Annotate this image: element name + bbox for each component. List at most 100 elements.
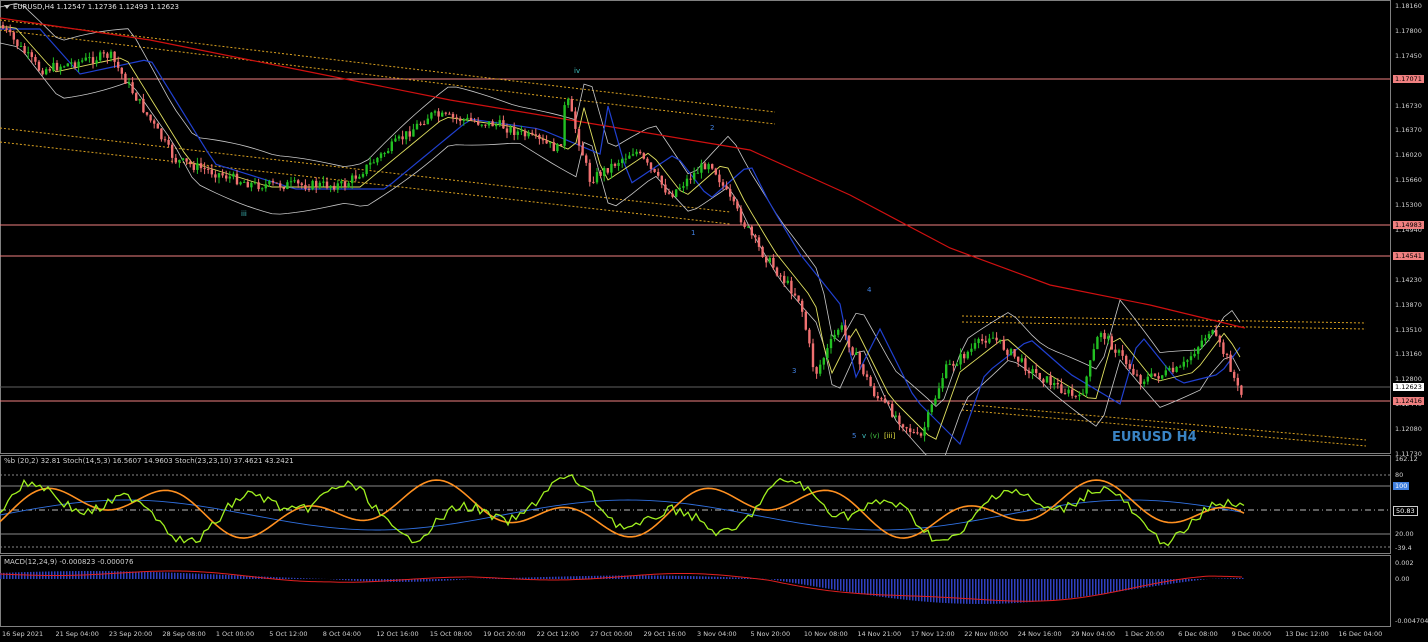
- macd-bar: [696, 576, 698, 579]
- macd-bar: [1017, 579, 1019, 603]
- candle-body: [70, 62, 73, 64]
- candle-body: [156, 123, 159, 129]
- candle-body: [167, 139, 170, 145]
- macd-bar: [732, 577, 734, 579]
- candle-body: [621, 159, 624, 163]
- candle-body: [927, 412, 930, 428]
- candle-body: [99, 52, 102, 61]
- time-axis-label: 22 Oct 12:00: [536, 630, 579, 638]
- macd-bar: [1050, 579, 1052, 601]
- macd-bar: [450, 579, 452, 581]
- price-chart[interactable]: [0, 0, 1428, 455]
- candle-body: [1107, 336, 1110, 339]
- candle-body: [945, 364, 948, 379]
- candle-body: [905, 427, 908, 429]
- macd-bar: [453, 579, 455, 581]
- macd-bar: [819, 579, 821, 588]
- macd-bar: [738, 577, 740, 579]
- candle-body: [534, 134, 537, 136]
- candle-body: [52, 62, 55, 71]
- price-axis-label: 1.15300: [1395, 201, 1422, 210]
- candle-body: [91, 57, 95, 64]
- stoch-axis-current: 50.83: [1393, 506, 1418, 516]
- macd-pane[interactable]: MACD(12,24,9) -0.000823 -0.000076 0.002 …: [0, 555, 1428, 627]
- macd-bar: [1086, 579, 1088, 597]
- macd-bar: [540, 577, 542, 579]
- macd-bar: [351, 579, 353, 581]
- candle-body: [55, 62, 59, 71]
- candle-body: [77, 61, 80, 68]
- candle-body: [473, 120, 476, 122]
- candle-body: [754, 235, 757, 238]
- candle-body: [628, 155, 631, 159]
- macd-bar: [969, 579, 971, 604]
- macd-bar: [189, 573, 191, 579]
- price-pane[interactable]: EURUSD,H4 1.12547 1.12736 1.12493 1.1262…: [0, 0, 1428, 458]
- candle-body: [1204, 338, 1207, 341]
- candle-body: [523, 130, 527, 137]
- macd-bar: [420, 579, 422, 582]
- candle-body: [581, 145, 584, 156]
- price-axis-label: 1.16730: [1395, 101, 1422, 110]
- candle-body: [1024, 358, 1027, 371]
- time-axis-label: 12 Oct 16:00: [376, 630, 419, 638]
- candle-body: [811, 343, 815, 368]
- candle-body: [847, 335, 851, 348]
- time-axis-label: 9 Dec 00:00: [1231, 630, 1272, 638]
- candle-body: [1045, 376, 1049, 383]
- macd-bar: [687, 575, 689, 579]
- stochastic-chart[interactable]: [0, 455, 1428, 555]
- candle-body: [1099, 333, 1103, 338]
- candle-body: [117, 61, 120, 68]
- macd-bar: [1107, 579, 1109, 594]
- macd-bar: [456, 579, 458, 581]
- macd-bar: [1233, 578, 1235, 579]
- candle-body: [1139, 375, 1142, 384]
- ohlc-values: 1.12547 1.12736 1.12493 1.12623: [56, 3, 180, 11]
- candle-body: [682, 186, 685, 188]
- candle-body: [516, 131, 519, 135]
- time-axis-label: 5 Nov 20:00: [750, 630, 791, 638]
- macd-chart[interactable]: [0, 555, 1428, 627]
- macd-bar: [966, 579, 968, 604]
- macd-bar: [567, 576, 569, 579]
- candle-body: [545, 140, 548, 144]
- candle-body: [1085, 376, 1088, 394]
- macd-bar: [1083, 579, 1085, 597]
- macd-bar: [354, 579, 356, 581]
- macd-bar: [1014, 579, 1016, 604]
- macd-bar: [585, 576, 587, 579]
- macd-bar: [192, 573, 194, 579]
- wave-label-v-paren: (v): [870, 432, 880, 440]
- stoch-axis-20: 20.00: [1395, 530, 1414, 538]
- time-axis-label: 29 Oct 16:00: [643, 630, 686, 638]
- candle-body: [430, 112, 433, 119]
- macd-bar: [849, 579, 851, 593]
- macd-bar: [1116, 579, 1118, 592]
- macd-bar: [1035, 579, 1037, 602]
- candle-body: [786, 280, 789, 283]
- macd-bar: [786, 579, 788, 582]
- macd-bar: [1044, 579, 1046, 601]
- macd-bar: [294, 577, 296, 579]
- time-axis-label: 1 Oct 00:00: [215, 630, 255, 638]
- candle-body: [844, 325, 847, 336]
- macd-bar: [1089, 579, 1091, 596]
- price-tag: 1.12623: [1393, 383, 1424, 391]
- candle-body: [297, 180, 300, 184]
- macd-bar: [291, 577, 293, 579]
- candle-body: [883, 398, 887, 403]
- stochastic-pane[interactable]: %b (20,2) 32.81 Stoch(14,5,3) 16.5607 14…: [0, 455, 1428, 555]
- candle-body: [419, 123, 422, 125]
- macd-bar: [222, 574, 224, 579]
- candle-body: [178, 159, 181, 163]
- candle-body: [441, 112, 444, 117]
- macd-bar: [1005, 579, 1007, 604]
- candle-body: [379, 153, 383, 158]
- macd-bar: [975, 579, 977, 604]
- dropdown-triangle-icon[interactable]: [4, 5, 10, 9]
- macd-bar: [861, 579, 863, 595]
- stoch-axis-80: 80: [1395, 471, 1404, 479]
- macd-bar: [720, 576, 722, 579]
- price-tag: 1.14983: [1393, 221, 1424, 229]
